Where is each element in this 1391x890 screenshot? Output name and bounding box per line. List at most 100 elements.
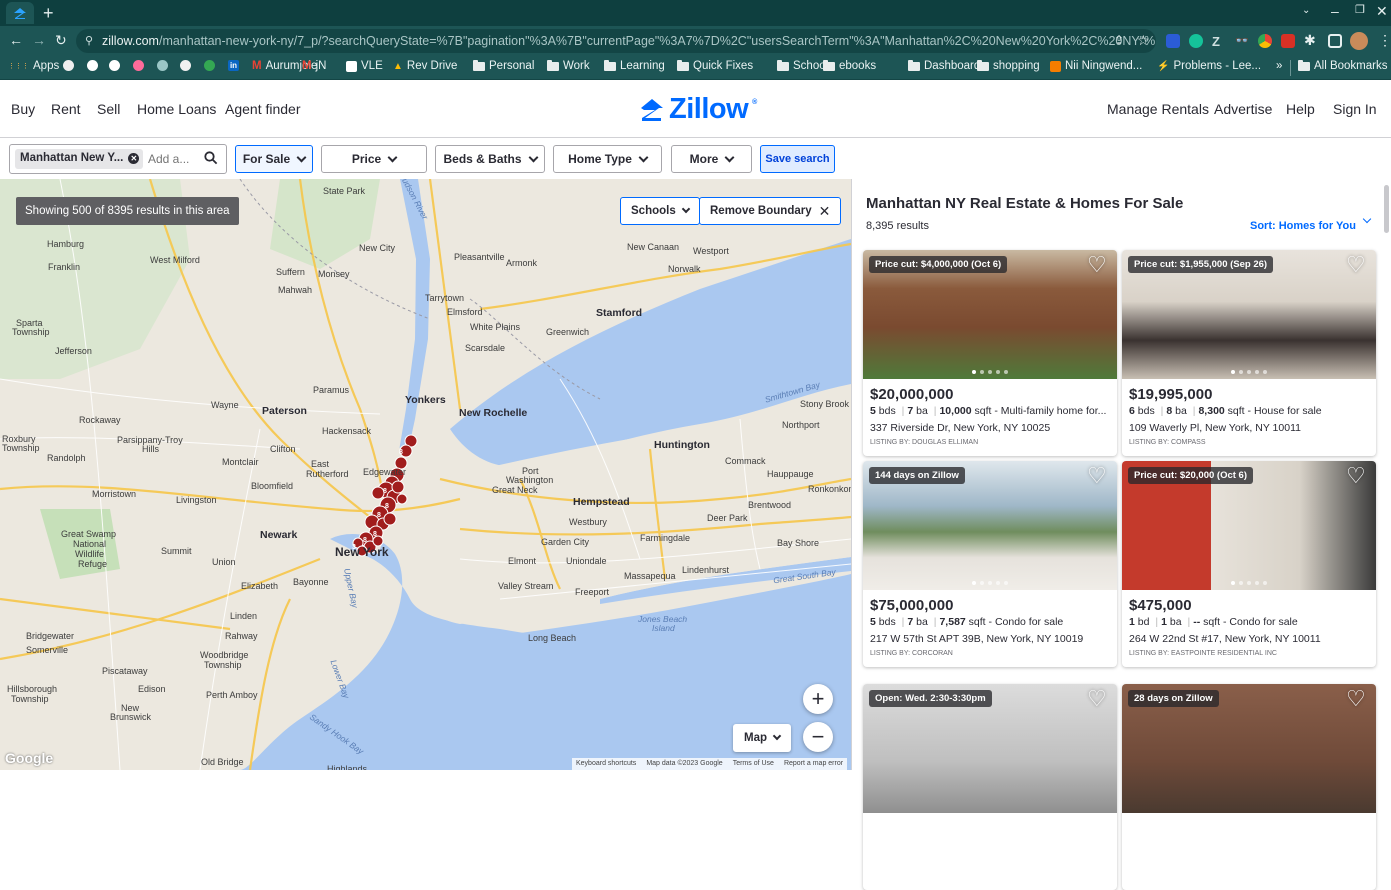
map-type-button[interactable]: Map bbox=[733, 724, 791, 752]
listing-address[interactable]: 109 Waverly Pl, New York, NY 10011 bbox=[1129, 422, 1301, 434]
heart-icon[interactable]: ♡ bbox=[1346, 254, 1370, 277]
active-tab[interactable] bbox=[6, 2, 34, 24]
listing-address[interactable]: 337 Riverside Dr, New York, NY 10025 bbox=[870, 422, 1050, 434]
nav-sign-in[interactable]: Sign In bbox=[1333, 101, 1377, 117]
photo-carousel-dots[interactable] bbox=[1122, 581, 1376, 585]
side-panel-icon[interactable] bbox=[1328, 34, 1342, 48]
bookmark-jn[interactable]: MjN bbox=[302, 60, 326, 72]
listing-address[interactable]: 217 W 57th St APT 39B, New York, NY 1001… bbox=[870, 633, 1083, 645]
back-icon[interactable]: ← bbox=[9, 33, 23, 47]
remove-boundary-button[interactable]: Remove Boundary ✕ bbox=[699, 197, 842, 225]
nav-manage-rentals[interactable]: Manage Rentals bbox=[1107, 101, 1209, 117]
report-error-link[interactable]: Report a map error bbox=[784, 760, 843, 770]
chrome-ext-icon[interactable] bbox=[1258, 34, 1272, 48]
blogger-icon bbox=[1050, 60, 1061, 72]
bookmark-school[interactable]: School bbox=[777, 59, 828, 72]
bookmark-star-icon[interactable]: ☆ bbox=[1137, 33, 1150, 47]
new-tab-icon[interactable]: + bbox=[43, 4, 54, 22]
bookmark-apps[interactable]: ⋮⋮⋮ Apps bbox=[8, 60, 59, 72]
bookmark-ebooks[interactable]: ebooks bbox=[823, 59, 876, 72]
keyboard-shortcuts-link[interactable]: Keyboard shortcuts bbox=[576, 760, 636, 770]
bookmark-in[interactable]: in bbox=[228, 60, 243, 71]
search-icon[interactable] bbox=[204, 151, 218, 165]
bookmark-quick-fixes[interactable]: Quick Fixes bbox=[677, 59, 753, 72]
nav-buy[interactable]: Buy bbox=[11, 101, 35, 117]
forward-icon[interactable]: → bbox=[32, 33, 46, 47]
listing-card[interactable]: Price cut: $1,955,000 (Sep 26) ♡ $19,995,0… bbox=[1122, 250, 1376, 456]
results-scrollbar[interactable] bbox=[1384, 185, 1389, 233]
close-window-icon[interactable]: ✕ bbox=[1376, 4, 1388, 18]
nav-agent-finder[interactable]: Agent finder bbox=[225, 101, 301, 117]
save-search-button[interactable]: Save search bbox=[760, 145, 835, 173]
chrome-menu-icon[interactable]: ⋮ bbox=[1378, 33, 1391, 47]
zillow-logo[interactable]: Zillow ® bbox=[639, 93, 757, 126]
tab-search-icon[interactable]: ⌄ bbox=[1302, 6, 1310, 16]
grammarly-icon[interactable] bbox=[1189, 34, 1203, 48]
location-chip[interactable]: Manhattan New Y... ✕ bbox=[15, 149, 144, 169]
share-icon[interactable]: ⇪ bbox=[1114, 34, 1124, 46]
zoom-out-icon[interactable]: − bbox=[803, 722, 833, 752]
heart-icon[interactable]: ♡ bbox=[1087, 688, 1111, 711]
minimize-icon[interactable]: – bbox=[1331, 4, 1339, 18]
more-bookmarks-button[interactable]: » bbox=[1276, 60, 1282, 72]
terms-link[interactable]: Terms of Use bbox=[733, 760, 774, 770]
heart-icon[interactable]: ♡ bbox=[1087, 465, 1111, 488]
bookmark-nii-ningwend[interactable]: Nii Ningwend... bbox=[1050, 60, 1142, 72]
bookmark-icon-7[interactable] bbox=[204, 60, 219, 71]
reload-icon[interactable]: ↻ bbox=[55, 33, 67, 47]
photo-carousel-dots[interactable] bbox=[1122, 370, 1376, 374]
bookmark-personal[interactable]: Personal bbox=[473, 59, 534, 72]
listing-card[interactable]: 28 days on Zillow ♡ bbox=[1122, 684, 1376, 890]
nav-help[interactable]: Help bbox=[1286, 101, 1315, 117]
all-bookmarks-button[interactable]: All Bookmarks bbox=[1298, 59, 1388, 72]
bookmark-icon-6[interactable] bbox=[180, 60, 195, 71]
photo-carousel-dots[interactable] bbox=[863, 370, 1117, 374]
clear-chip-icon[interactable]: ✕ bbox=[128, 153, 140, 164]
heart-icon[interactable]: ♡ bbox=[1346, 465, 1370, 488]
sort-dropdown[interactable]: Sort: Homes for You bbox=[1250, 214, 1372, 232]
heart-icon[interactable]: ♡ bbox=[1087, 254, 1111, 277]
listing-card[interactable]: 144 days on Zillow ♡ $75,000,000 5 bds | 7 b… bbox=[863, 461, 1117, 667]
heart-icon[interactable]: ♡ bbox=[1346, 688, 1370, 711]
profile-avatar-icon[interactable] bbox=[1350, 32, 1368, 50]
pdf-icon[interactable] bbox=[1281, 34, 1295, 48]
price-filter[interactable]: Price bbox=[321, 145, 427, 173]
bookmark-icon-3[interactable] bbox=[109, 60, 124, 71]
bookmark-problems-lee[interactable]: ⚡ Problems - Lee... bbox=[1157, 60, 1261, 72]
listing-card[interactable]: Price cut: $20,000 (Oct 6) ♡ $475,000 1 bd … bbox=[1122, 461, 1376, 667]
beds-baths-filter[interactable]: Beds & Baths bbox=[435, 145, 545, 173]
nav-home-loans[interactable]: Home Loans bbox=[137, 101, 216, 117]
bookmark-learning[interactable]: Learning bbox=[604, 59, 665, 72]
bitwarden-icon[interactable] bbox=[1166, 34, 1180, 48]
listing-card[interactable]: Price cut: $4,000,000 (Oct 6) ♡ $20,000,00… bbox=[863, 250, 1117, 456]
bookmark-icon-4[interactable] bbox=[133, 60, 148, 71]
add-location-input[interactable] bbox=[148, 150, 198, 168]
map-canvas[interactable]: 888 8883 State Park Hamburg West Milford Fr… bbox=[0, 179, 851, 770]
bookmark-rev-drive[interactable]: ▲ Rev Drive bbox=[393, 60, 457, 72]
schools-button[interactable]: Schools bbox=[620, 197, 700, 225]
zoom-in-icon[interactable]: + bbox=[803, 684, 833, 714]
bookmark-dashboard[interactable]: Dashboard bbox=[908, 59, 980, 72]
nav-advertise[interactable]: Advertise bbox=[1214, 101, 1272, 117]
nav-rent[interactable]: Rent bbox=[51, 101, 81, 117]
more-filter[interactable]: More bbox=[671, 145, 752, 173]
restore-icon[interactable]: ❐ bbox=[1355, 5, 1365, 16]
bookmark-icon-2[interactable] bbox=[87, 60, 102, 71]
url-field[interactable]: ⚲ zillow.com/manhattan-new-york-ny/7_p/?… bbox=[76, 29, 1156, 53]
bookmark-icon-5[interactable] bbox=[157, 60, 172, 71]
nav-sell[interactable]: Sell bbox=[97, 101, 120, 117]
map-place-label: Livingston bbox=[176, 495, 217, 505]
bookmark-work[interactable]: Work bbox=[547, 59, 590, 72]
extensions-icon[interactable]: ✱ bbox=[1304, 33, 1316, 47]
glasses-icon[interactable]: 👓 bbox=[1235, 34, 1249, 48]
photo-carousel-dots[interactable] bbox=[863, 581, 1117, 585]
bookmark-icon-1[interactable] bbox=[63, 60, 78, 71]
zotero-icon[interactable]: Z bbox=[1212, 34, 1226, 49]
listing-address[interactable]: 264 W 22nd St #17, New York, NY 10011 bbox=[1129, 633, 1321, 645]
listing-card[interactable]: Open: Wed. 2:30-3:30pm ♡ bbox=[863, 684, 1117, 890]
site-info-icon[interactable]: ⚲ bbox=[85, 34, 93, 47]
home-type-filter[interactable]: Home Type bbox=[553, 145, 662, 173]
bookmark-vle[interactable]: VLE bbox=[346, 60, 383, 72]
for-sale-filter[interactable]: For Sale bbox=[235, 145, 313, 173]
bookmark-shopping[interactable]: shopping bbox=[977, 59, 1040, 72]
